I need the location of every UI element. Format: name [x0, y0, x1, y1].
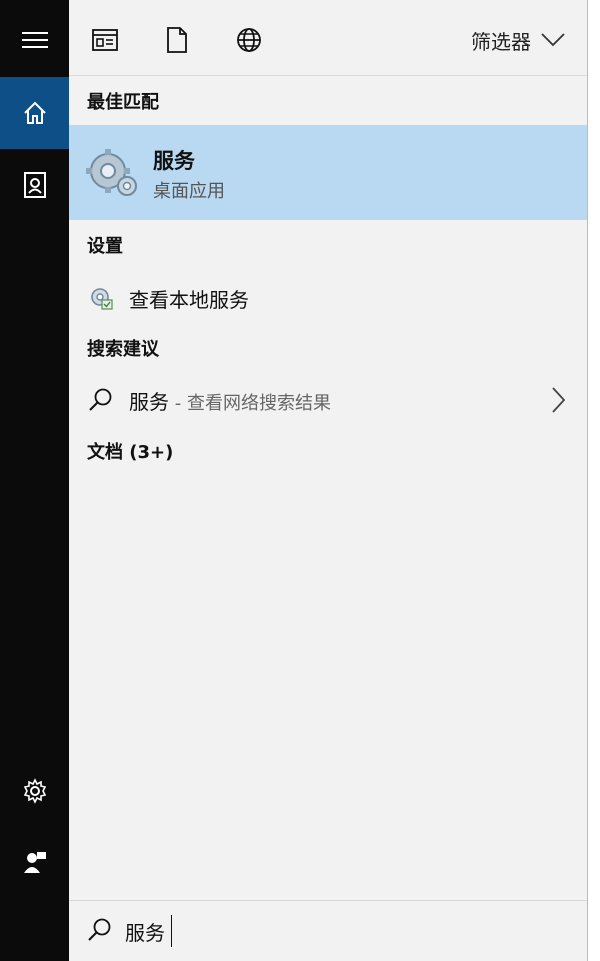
notebook-icon: [23, 172, 46, 198]
web-suggestion-item[interactable]: 服务 - 查看网络搜索结果: [69, 376, 587, 424]
background-edge: [588, 0, 600, 961]
hamburger-menu-icon: [21, 32, 48, 48]
settings-item-label: 查看本地服务: [129, 287, 249, 312]
search-panel: 筛选器 最佳匹配 服务 桌面应用 设置 查看本地服务 搜索建议 服务 - 查看网…: [69, 0, 587, 961]
user-feedback-icon: [23, 852, 46, 873]
home-button[interactable]: [0, 77, 69, 149]
filter-label: 筛选器: [471, 29, 531, 54]
suggestion-term: 服务: [129, 389, 169, 414]
document-icon: [167, 27, 187, 53]
filter-dropdown[interactable]: 筛选器: [471, 24, 565, 56]
chevron-right-icon[interactable]: [551, 387, 565, 413]
home-icon: [23, 101, 46, 124]
settings-gear-icon: [87, 284, 115, 312]
search-input[interactable]: [125, 915, 545, 947]
best-match-subtitle: 桌面应用: [153, 181, 225, 202]
toolbar-divider: [69, 75, 587, 76]
globe-icon: [237, 28, 261, 52]
search-suggestions-heading: 搜索建议: [87, 339, 159, 360]
search-icon: [87, 386, 115, 414]
web-filter-button[interactable]: [233, 24, 265, 56]
settings-heading: 设置: [87, 236, 123, 257]
menu-button[interactable]: [0, 4, 69, 76]
documents-filter-button[interactable]: [161, 24, 193, 56]
services-gear-icon: [86, 149, 137, 196]
suggestion-text: 服务 - 查看网络搜索结果: [129, 386, 331, 415]
best-match-title: 服务: [153, 149, 195, 173]
best-match-result[interactable]: 服务 桌面应用: [69, 125, 587, 220]
best-match-heading: 最佳匹配: [87, 92, 159, 113]
search-icon: [88, 918, 111, 941]
apps-filter-button[interactable]: [89, 24, 121, 56]
notebook-button[interactable]: [0, 149, 69, 221]
suggestion-hint: - 查看网络搜索结果: [169, 392, 331, 414]
apps-icon: [92, 29, 118, 51]
search-bar: [69, 900, 587, 961]
filter-toolbar: 筛选器: [69, 0, 587, 75]
left-rail: [0, 0, 69, 961]
gear-icon: [23, 778, 46, 804]
settings-result-item[interactable]: 查看本地服务: [69, 274, 587, 322]
feedback-button[interactable]: [0, 826, 69, 898]
settings-button[interactable]: [0, 755, 69, 827]
text-caret: [171, 915, 172, 947]
documents-heading[interactable]: 文档 (3+): [87, 438, 173, 464]
chevron-down-icon: [541, 33, 565, 47]
